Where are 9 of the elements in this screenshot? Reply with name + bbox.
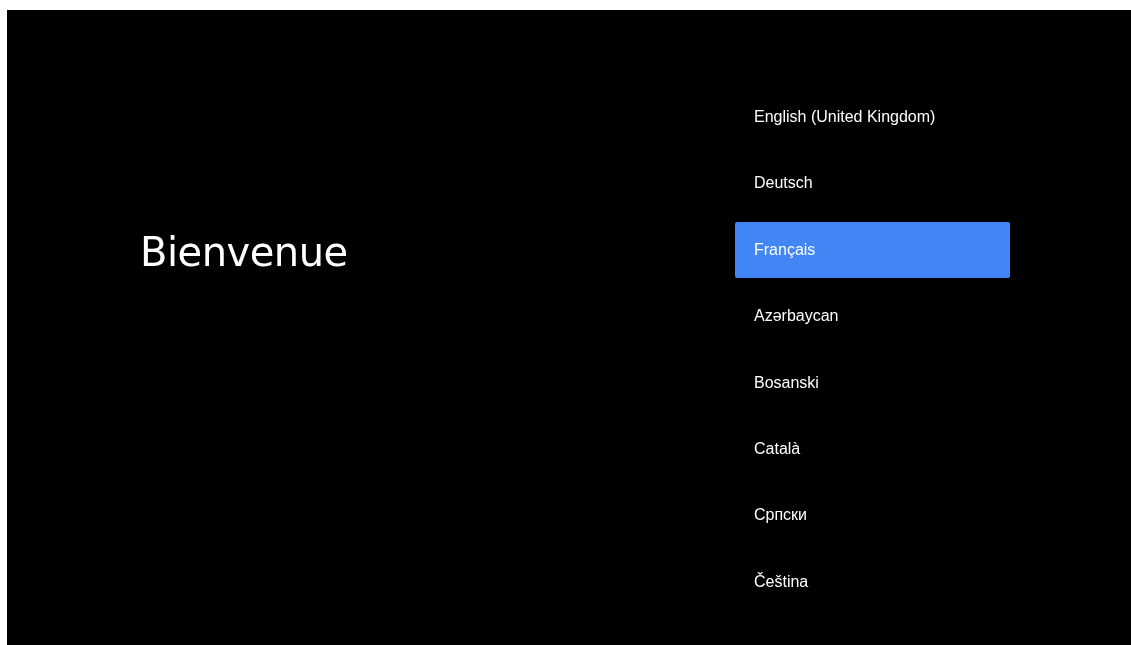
language-option[interactable]: Čeština bbox=[735, 553, 1010, 610]
language-option[interactable]: Azərbaycan bbox=[735, 288, 1010, 345]
welcome-title: Bienvenue bbox=[140, 229, 349, 275]
language-option[interactable]: Bosanski bbox=[735, 354, 1010, 411]
language-option[interactable]: English (United Kingdom) bbox=[735, 89, 1010, 145]
language-option[interactable]: Français bbox=[735, 221, 1010, 278]
language-option[interactable]: Català bbox=[735, 420, 1010, 477]
language-option[interactable]: Deutsch bbox=[735, 155, 1010, 212]
language-option[interactable]: Српски bbox=[735, 487, 1010, 544]
